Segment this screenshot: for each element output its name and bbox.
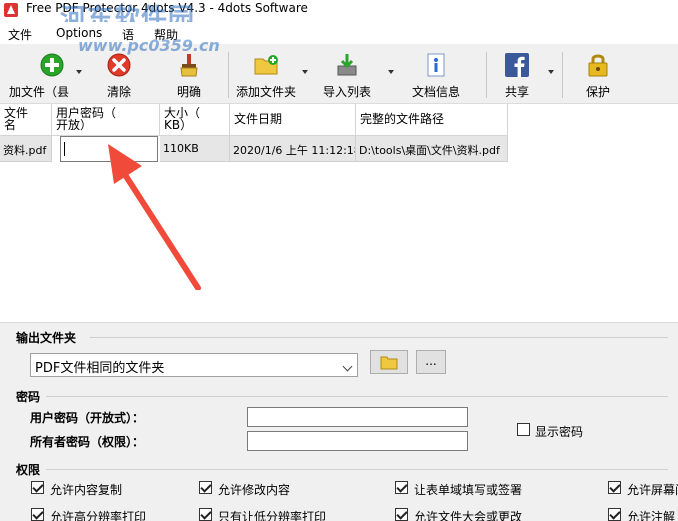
permission-checkbox[interactable]	[608, 508, 621, 521]
share-dropdown-icon[interactable]	[548, 70, 554, 74]
show-password-label: 显示密码	[535, 425, 584, 439]
password-group-label: 密码	[16, 390, 41, 404]
cell-size[interactable]: 110KB	[160, 136, 230, 162]
broom-icon	[180, 54, 198, 77]
add-file-dropdown-icon[interactable]	[76, 70, 82, 74]
permission-label: 让表单域填写或签署	[414, 483, 523, 497]
permissions-group-label: 权限	[16, 463, 41, 477]
group-divider	[90, 337, 668, 338]
permission-checkbox[interactable]	[199, 481, 212, 494]
cell-filename[interactable]: 资料.pdf	[0, 136, 52, 162]
folder-icon	[380, 356, 398, 370]
facebook-icon	[505, 53, 529, 77]
doc-info-button[interactable]: 文档信息	[404, 48, 468, 102]
permission-label: 允许内容复制	[50, 483, 123, 497]
add-folder-dropdown-icon[interactable]	[302, 70, 308, 74]
permission-checkbox[interactable]	[395, 481, 408, 494]
folder-add-icon	[254, 55, 278, 75]
clear-icon	[107, 53, 131, 77]
toolbar-separator	[486, 52, 487, 98]
permission-checkbox[interactable]	[199, 508, 212, 521]
output-folder-label: 输出文件夹	[16, 331, 77, 345]
permission-label: 允许屏幕阅	[627, 483, 678, 497]
info-icon	[427, 53, 445, 77]
import-list-dropdown-icon[interactable]	[388, 70, 394, 74]
user-password-label: 用户密码（开放式）：	[30, 411, 145, 425]
watermark-url: www.pc0359.cn	[78, 36, 220, 55]
cell-path[interactable]: D:\tools\桌面\文件\资料.pdf	[356, 136, 508, 162]
group-divider	[46, 469, 668, 470]
permission-checkbox[interactable]	[31, 481, 44, 494]
group-divider	[46, 396, 668, 397]
permission-checkbox[interactable]	[608, 481, 621, 494]
permission-label: 允许文件大会或更改	[414, 510, 523, 521]
import-icon	[337, 54, 357, 76]
share-button[interactable]: 共享	[496, 48, 538, 102]
output-folder-value: PDF文件相同的文件夹	[35, 361, 165, 376]
options-panel: 输出文件夹 PDF文件相同的文件夹 ... 密码 用户密码（开放式）： 所有者密…	[0, 322, 678, 521]
import-list-button[interactable]: 导入列表	[316, 48, 378, 102]
title-bar: Free PDF Protector 4dots V4.3 - 4dots So…	[0, 0, 678, 34]
chevron-down-icon	[342, 361, 353, 372]
add-folder-button[interactable]: 添加文件夹	[232, 48, 300, 102]
browse-ellipsis-button[interactable]: ...	[416, 350, 446, 374]
file-grid[interactable]: 文件 名 用户密码（ 开放） 大小（ KB） 文件日期 完整的文件路径 资料.p…	[0, 104, 678, 322]
add-icon	[40, 53, 64, 77]
owner-password-input[interactable]	[247, 431, 468, 451]
protect-button[interactable]: 保护	[576, 48, 620, 102]
column-header-size[interactable]: 大小（ KB）	[160, 104, 230, 136]
column-header-date[interactable]: 文件日期	[230, 104, 356, 136]
owner-password-label: 所有者密码（权限）：	[30, 435, 145, 449]
user-password-cell-editor[interactable]	[60, 136, 158, 162]
menu-file[interactable]: 文件	[8, 26, 32, 43]
lock-icon	[588, 54, 608, 77]
permission-label: 允许高分辨率打印	[50, 510, 147, 521]
output-folder-select[interactable]: PDF文件相同的文件夹	[30, 353, 358, 377]
app-logo-icon	[4, 3, 18, 17]
column-header-path[interactable]: 完整的文件路径	[356, 104, 508, 136]
permission-checkbox[interactable]	[395, 508, 408, 521]
permission-label: 允许注解	[627, 510, 676, 521]
cell-date[interactable]: 2020/1/6 上午 11:12:18	[230, 136, 356, 162]
permission-label: 只有让低分辨率打印	[218, 510, 327, 521]
show-password-checkbox[interactable]	[517, 423, 530, 436]
permission-checkbox[interactable]	[31, 508, 44, 521]
explicit-button[interactable]: 明确	[162, 48, 216, 102]
browse-folder-button[interactable]	[370, 350, 408, 374]
permission-label: 允许修改内容	[218, 483, 291, 497]
toolbar-separator	[562, 52, 563, 98]
user-password-input[interactable]	[247, 407, 468, 427]
column-header-filename[interactable]: 文件 名	[0, 104, 52, 136]
add-file-button[interactable]: 加文件（县	[4, 48, 74, 102]
toolbar-separator	[228, 52, 229, 98]
text-caret	[64, 142, 65, 156]
column-header-user-password[interactable]: 用户密码（ 开放）	[52, 104, 160, 136]
clear-button[interactable]: 清除	[94, 48, 144, 102]
